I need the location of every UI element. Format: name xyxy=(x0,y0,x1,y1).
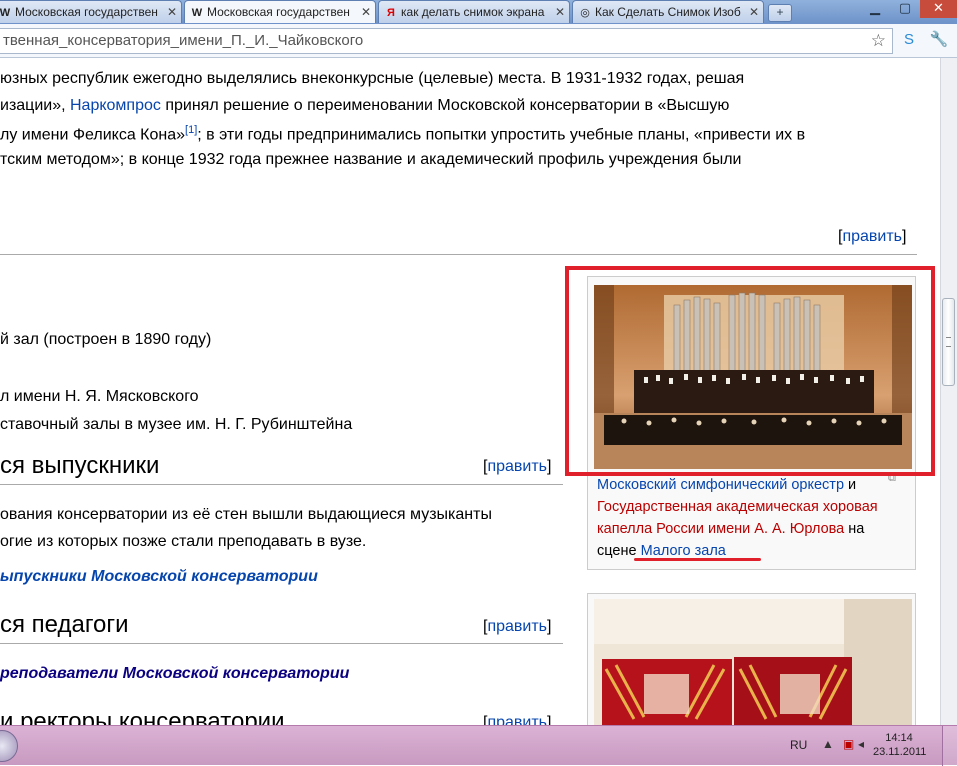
tab-label: Московская государствен xyxy=(207,5,350,19)
edit-label[interactable]: править xyxy=(487,714,547,725)
caption-text: сцене xyxy=(597,543,641,559)
wrench-icon[interactable]: 🔧 xyxy=(928,29,950,51)
section-heading-rectors: и ректоры консерватории xyxy=(0,708,285,725)
windows-taskbar: RU ▲ ▣ ◂ 14:14 23.11.2011 xyxy=(0,725,957,766)
section-divider xyxy=(0,484,563,485)
page-content: юзных республик ежегодно выделялись внек… xyxy=(0,58,940,725)
edit-label[interactable]: править xyxy=(487,458,547,475)
article-text-part: принял решение о переименовании Московск… xyxy=(160,97,730,114)
tab-label: Как Сделать Снимок Изоб xyxy=(595,5,741,19)
edit-label[interactable]: править xyxy=(487,618,547,635)
section-heading-alumni: ся выпускники xyxy=(0,452,160,479)
red-highlight-box xyxy=(565,266,935,476)
volume-icon[interactable]: ◂ xyxy=(858,737,864,751)
wikipedia-icon: W xyxy=(191,7,203,19)
list-item: ставочный залы в музее им. Н. Г. Рубиншт… xyxy=(0,416,353,433)
edit-section-link[interactable]: [править] xyxy=(483,618,551,636)
edit-section-link[interactable]: [править] xyxy=(483,714,551,725)
tab-4[interactable]: ◎ Как Сделать Снимок Изоб ✕ xyxy=(572,0,764,23)
grip-icon xyxy=(946,337,951,347)
edit-section-link[interactable]: [править] xyxy=(838,228,906,246)
section-divider xyxy=(0,254,917,255)
minimize-icon[interactable]: ▁ xyxy=(860,0,890,18)
close-window-icon[interactable]: ✕ xyxy=(920,0,957,18)
section-heading-teachers: ся педагоги xyxy=(0,611,129,638)
language-indicator[interactable]: RU xyxy=(790,738,807,752)
maximize-icon[interactable]: ▢ xyxy=(890,0,920,18)
article-text: тским методом»; в конце 1932 года прежне… xyxy=(0,151,742,168)
address-bar[interactable]: твенная_консерватория_имени_П._И._Чайков… xyxy=(0,28,893,54)
close-icon[interactable]: ✕ xyxy=(749,1,759,23)
close-icon[interactable]: ✕ xyxy=(555,1,565,23)
wikipedia-icon: W xyxy=(0,7,11,19)
article-text: лу имени Феликса Кона»[1]; в эти годы пр… xyxy=(0,124,805,144)
reference-link[interactable]: [1] xyxy=(185,124,197,136)
museum-hall-photo[interactable] xyxy=(594,599,912,725)
new-tab-button[interactable]: + xyxy=(768,4,792,22)
start-button-icon[interactable] xyxy=(0,730,18,762)
vertical-scrollbar[interactable] xyxy=(940,58,957,725)
red-underline xyxy=(634,558,761,561)
caption-text: на xyxy=(844,521,865,537)
tab-strip: W Московская государствен ✕ W Московская г… xyxy=(0,0,957,24)
list-item: л имени Н. Я. Мясковского xyxy=(0,388,199,405)
skype-icon[interactable]: S xyxy=(898,29,920,51)
alumni-main-article-link[interactable]: ыпускники Московской консерватории xyxy=(0,568,318,586)
tab-2-active[interactable]: W Московская государствен ✕ xyxy=(184,0,376,23)
clock-time: 14:14 xyxy=(885,732,913,744)
caption-link-choir-2[interactable]: капелла России имени А. А. Юрлова xyxy=(597,521,844,537)
narkompros-link[interactable]: Наркомпрос xyxy=(70,97,161,114)
yandex-icon: Я xyxy=(387,7,395,19)
article-text: юзных республик ежегодно выделялись внек… xyxy=(0,70,745,87)
teachers-main-article-link[interactable]: реподаватели Московской консерватории xyxy=(0,665,349,683)
clock-date: 23.11.2011 xyxy=(873,746,927,758)
article-text: ования консерватории из её стен вышли вы… xyxy=(0,506,492,523)
edit-label[interactable]: править xyxy=(842,228,902,245)
article-text-part: ; в эти годы предпринимались попытки упр… xyxy=(197,126,806,144)
tab-label: как делать снимок экрана xyxy=(401,5,545,19)
article-text-part: лу имени Феликса Кона» xyxy=(0,126,186,144)
globe-icon: ◎ xyxy=(580,7,590,19)
show-desktop-button[interactable] xyxy=(942,726,957,766)
article-text-part: изации», xyxy=(0,97,70,114)
list-item: й зал (построен в 1890 году) xyxy=(0,331,212,348)
caption-link-choir[interactable]: Государственная академическая хоровая xyxy=(597,499,878,515)
bookmark-star-icon[interactable]: ☆ xyxy=(871,29,886,53)
tab-1[interactable]: W Московская государствен ✕ xyxy=(0,0,182,23)
article-text: огие из которых позже стали преподавать … xyxy=(0,533,367,550)
close-icon[interactable]: ✕ xyxy=(361,1,371,23)
edit-section-link[interactable]: [править] xyxy=(483,458,551,476)
scrollbar-thumb[interactable] xyxy=(942,298,955,386)
address-url: твенная_консерватория_имени_П._И._Чайков… xyxy=(3,32,364,49)
image-caption: Московский симфонический оркестр и Госуд… xyxy=(597,474,917,562)
close-icon[interactable]: ✕ xyxy=(167,1,177,23)
tab-3[interactable]: Якак делать снимок экрана ✕ xyxy=(378,0,570,23)
tray-app-icon[interactable]: ▣ xyxy=(843,737,854,751)
section-divider xyxy=(0,643,563,644)
tab-label: Московская государствен xyxy=(15,5,158,19)
caption-link-orchestra[interactable]: Московский симфонический оркестр xyxy=(597,477,844,493)
caption-link-small-hall[interactable]: Малого зала xyxy=(641,543,726,559)
caption-text: и xyxy=(844,477,857,493)
taskbar-clock[interactable]: 14:14 23.11.2011 xyxy=(873,731,927,759)
article-text: изации», Наркомпрос принял решение о пер… xyxy=(0,97,729,115)
browser-toolbar: твенная_консерватория_имени_П._И._Чайков… xyxy=(0,24,957,58)
tray-arrow-icon[interactable]: ▲ xyxy=(822,737,834,751)
